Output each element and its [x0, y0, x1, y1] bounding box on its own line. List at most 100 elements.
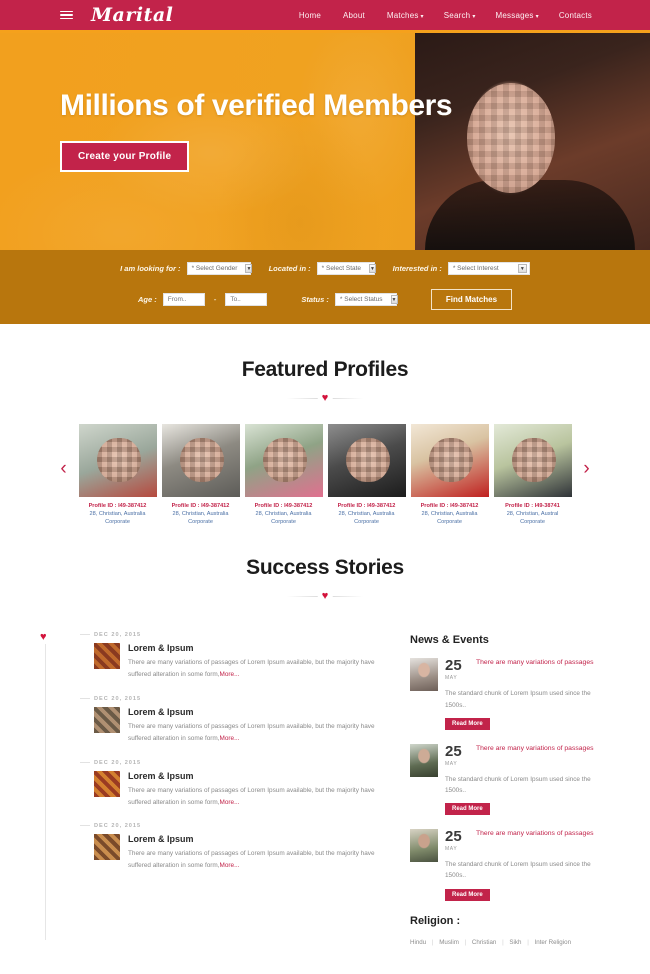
story-excerpt-text: There are many variations of passages of… [128, 786, 375, 806]
story-body: Lorem & Ipsum There are many variations … [94, 770, 392, 809]
religion-item-muslim[interactable]: Muslim [439, 939, 459, 946]
profile-id: Profile ID : I49-38741 [505, 503, 560, 509]
section-divider: ♥ [287, 392, 363, 404]
age-to-input[interactable] [225, 293, 268, 306]
filter-age-group: Age : - [138, 293, 268, 306]
news-excerpt: The standard chunk of Lorem Ipsum used s… [445, 861, 591, 880]
nav-item-matches[interactable]: Matches ▾ [387, 11, 424, 20]
religion-item-christian[interactable]: Christian [472, 939, 496, 946]
nav-item-home[interactable]: Home [299, 11, 323, 20]
profile-id: Profile ID : I49-387412 [337, 503, 396, 509]
interest-select-value: * Select Interest [452, 265, 499, 272]
chevron-down-icon: ▼ [517, 264, 527, 273]
lower-content-area: ♥ DEC 20, 2015 Lorem & Ipsum There are m… [0, 602, 650, 946]
profile-card[interactable]: Profile ID : I49-387412 28, Christian, A… [78, 424, 157, 526]
news-headline[interactable]: There are many variations of passages [476, 744, 610, 754]
interest-select[interactable]: * Select Interest ▼ [447, 262, 530, 275]
read-more-button[interactable]: Read More [445, 803, 490, 816]
news-item: 25 MAY There are many variations of pass… [410, 658, 610, 730]
heart-icon: ♥ [40, 631, 47, 644]
pixelated-face [511, 438, 556, 482]
story-excerpt-text: There are many variations of passages of… [128, 659, 375, 679]
news-headline[interactable]: There are many variations of passages [476, 658, 610, 668]
news-headline[interactable]: There are many variations of passages [476, 829, 610, 839]
profile-photo [410, 424, 489, 497]
primary-nav: Home About Matches ▾ Search ▾ Messages ▾ Co… [299, 11, 594, 20]
profile-card[interactable]: Profile ID : I49-387412 28, Christian, A… [161, 424, 240, 526]
nav-item-messages[interactable]: Messages ▾ [496, 11, 539, 20]
nav-item-search[interactable]: Search ▾ [444, 11, 476, 20]
news-events-title: News & Events [410, 634, 489, 647]
story-more-link[interactable]: More... [220, 862, 240, 869]
filter-state-group: Located in : * Select State ▼ [269, 262, 376, 275]
religion-item-inter-religion[interactable]: Inter Religion [535, 939, 571, 946]
profile-meta: Profile ID : I49-387412 28, Christian, A… [79, 497, 157, 526]
carousel-prev-arrow[interactable]: ‹ [55, 459, 73, 478]
news-day: 25 [445, 742, 462, 760]
profile-description: 28, Christian, Austral [506, 511, 559, 518]
profile-card[interactable]: Profile ID : I49-387412 28, Christian, A… [327, 424, 406, 526]
pixelated-face [428, 438, 473, 482]
nav-item-contacts[interactable]: Contacts [559, 11, 594, 20]
profile-meta: Profile ID : I49-38741 28, Christian, Au… [494, 497, 572, 526]
religion-item-sikh[interactable]: Sikh [509, 939, 521, 946]
religion-separator: | [431, 938, 434, 946]
looking-for-label: I am looking for : [120, 264, 181, 273]
story-item: DEC 20, 2015 Lorem & Ipsum There are man… [48, 760, 392, 824]
state-select[interactable]: * Select State ▼ [316, 262, 376, 275]
hamburger-bar [60, 17, 73, 20]
story-title: Lorem & Ipsum [128, 770, 194, 781]
search-filter-bar: I am looking for : * Select Gender ▼ Loc… [0, 250, 650, 324]
age-from-input[interactable] [162, 293, 205, 306]
story-excerpt: There are many variations of passages of… [128, 848, 392, 872]
find-matches-button[interactable]: Find Matches [430, 289, 513, 310]
religion-separator: | [502, 938, 504, 946]
profile-card-list: Profile ID : I49-387412 28, Christian, A… [78, 424, 572, 526]
create-profile-button[interactable]: Create your Profile [60, 141, 190, 172]
story-text: Lorem & Ipsum There are many variations … [128, 771, 392, 809]
pixelated-face [179, 438, 224, 482]
interested-in-label: Interested in : [392, 264, 442, 273]
carousel-next-arrow[interactable]: › [578, 459, 596, 478]
news-month: MAY [445, 675, 458, 682]
chevron-down-icon: ▼ [390, 295, 398, 304]
story-item: DEC 20, 2015 Lorem & Ipsum There are man… [48, 696, 392, 760]
story-date: DEC 20, 2015 [94, 823, 392, 829]
chevron-down-icon: ▾ [472, 13, 476, 20]
story-excerpt-text: There are many variations of passages of… [128, 723, 375, 742]
profile-id: Profile ID : I49-387412 [420, 503, 479, 509]
nav-item-about[interactable]: About [343, 11, 367, 20]
religion-title: Religion : [410, 914, 461, 927]
nav-label: Search [443, 10, 471, 20]
hero-banner: Millions of verified Members Create your… [0, 33, 650, 250]
read-more-button[interactable]: Read More [445, 717, 490, 730]
religion-item-hindu[interactable]: Hindu [410, 939, 426, 946]
story-item: DEC 20, 2015 Lorem & Ipsum There are man… [48, 823, 392, 887]
story-date: DEC 20, 2015 [94, 760, 392, 766]
filter-status-group: Status : * Select Status ▼ [301, 293, 398, 306]
story-thumbnail [94, 643, 120, 670]
gender-select[interactable]: * Select Gender ▼ [186, 262, 253, 275]
story-more-link[interactable]: More... [220, 671, 240, 678]
story-more-link[interactable]: More... [220, 735, 240, 742]
featured-profiles-title: Featured Profiles [241, 358, 409, 381]
chevron-down-icon: ▼ [369, 264, 376, 273]
story-more-link[interactable]: More... [220, 799, 240, 806]
profile-card[interactable]: Profile ID : I49-387412 28, Christian, A… [244, 424, 323, 526]
brand-logo[interactable]: Marital [91, 4, 173, 26]
read-more-button[interactable]: Read More [445, 888, 490, 901]
status-select[interactable]: * Select Status ▼ [334, 293, 398, 306]
news-thumbnail [410, 743, 438, 777]
profile-card[interactable]: Profile ID : I49-387412 28, Christian, A… [410, 424, 489, 526]
story-excerpt: There are many variations of passages of… [128, 785, 392, 809]
hamburger-menu-icon[interactable] [60, 10, 73, 20]
news-date: 25 MAY [445, 744, 467, 767]
religion-separator: | [527, 938, 529, 946]
news-header: 25 MAY There are many variations of pass… [445, 658, 610, 681]
profile-id: Profile ID : I49-387412 [88, 503, 147, 509]
profile-card[interactable]: Profile ID : I49-38741 28, Christian, Au… [493, 424, 572, 526]
chevron-down-icon: ▾ [535, 13, 539, 20]
profile-photo [327, 424, 406, 497]
story-thumbnail [94, 707, 120, 734]
story-body: Lorem & Ipsum There are many variations … [94, 834, 392, 872]
